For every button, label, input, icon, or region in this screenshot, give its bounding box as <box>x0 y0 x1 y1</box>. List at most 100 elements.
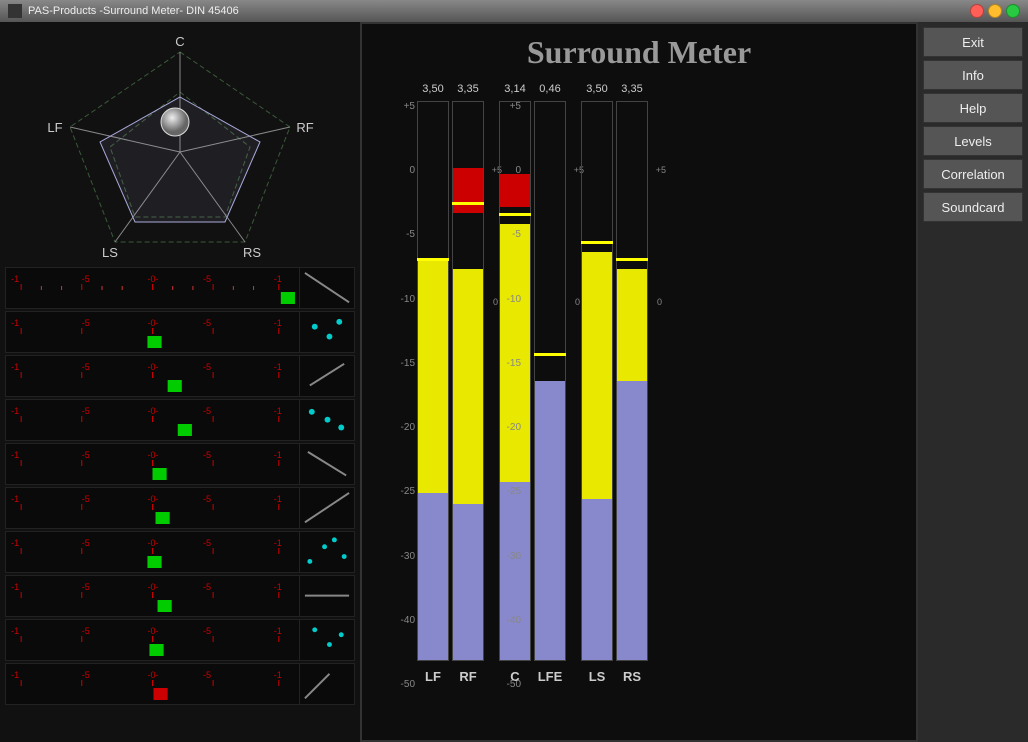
svg-text:-5: -5 <box>82 538 90 548</box>
svg-text:-1: -1 <box>274 494 282 504</box>
svg-text:-1: -1 <box>11 538 19 548</box>
svg-text:-5: -5 <box>82 494 90 504</box>
svg-text:RF: RF <box>296 120 313 135</box>
meter-viz-5 <box>299 444 354 484</box>
svg-text:-5: -5 <box>82 582 90 592</box>
scale-label: -15 <box>387 358 415 369</box>
svg-text:-1: -1 <box>274 538 282 548</box>
center-panel: Surround Meter +5 0 -5 -10 -15 -20 -25 -… <box>360 22 918 742</box>
meter-viz-7 <box>299 532 354 572</box>
svg-text:-0-: -0- <box>147 494 158 504</box>
titlebar: PAS-Products -Surround Meter- DIN 45406 <box>0 0 1028 22</box>
svg-text:C: C <box>175 34 184 49</box>
meter-viz-9 <box>299 620 354 660</box>
meter-row: -1 -5 -0- -5 -1 <box>5 663 355 705</box>
meter-viz-8 <box>299 576 354 616</box>
meter-row: -1 -5 -0- -5 -1 <box>5 487 355 529</box>
meter-row: -1 -5 -0- -5 -1 <box>5 443 355 485</box>
meter-scale: -1 -5 -0- -5 -1 <box>6 532 299 572</box>
scale-label: -10 <box>387 294 415 305</box>
svg-text:-1: -1 <box>274 318 282 328</box>
svg-text:-5: -5 <box>82 626 90 636</box>
maximize-button[interactable] <box>1006 4 1020 18</box>
scale-label: -25 <box>387 486 415 497</box>
correlation-button[interactable]: Correlation <box>923 159 1023 189</box>
meter-scale: -1 -5 -0- -5 -1 <box>6 576 299 616</box>
meter-scale: -1 -5 -0- -5 -1 <box>6 488 299 528</box>
polar-svg: C RF RS LS LF <box>30 32 330 262</box>
meter-scale: -1 -5 -0- -5 -1 <box>6 620 299 660</box>
scale-label: -50 <box>387 679 415 690</box>
svg-text:-1: -1 <box>274 670 282 680</box>
lfe-peak-value: 0,46 <box>539 83 560 95</box>
window-title: PAS-Products -Surround Meter- DIN 45406 <box>28 5 970 17</box>
svg-text:-5: -5 <box>203 670 211 680</box>
svg-text:-5: -5 <box>203 450 211 460</box>
meter-row: -1 -5 -0- -5 -1 <box>5 619 355 661</box>
lfe-label: LFE <box>538 669 563 684</box>
scale-label: 0 <box>387 165 415 176</box>
scale-label: +5 <box>387 101 415 112</box>
meter-viz-3 <box>299 356 354 396</box>
svg-text:-5: -5 <box>82 406 90 416</box>
close-button[interactable] <box>970 4 984 18</box>
svg-text:-0-: -0- <box>147 318 158 328</box>
meter-viz-6 <box>299 488 354 528</box>
svg-text:-5: -5 <box>82 318 90 328</box>
app-icon <box>8 4 22 18</box>
c-peak-value: 3,14 <box>504 83 525 95</box>
window-controls <box>970 4 1020 18</box>
svg-text:-5: -5 <box>203 626 211 636</box>
scale-label: -40 <box>387 615 415 626</box>
svg-text:-0-: -0- <box>147 626 158 636</box>
soundcard-button[interactable]: Soundcard <box>923 192 1023 222</box>
svg-text:-1: -1 <box>274 274 282 284</box>
svg-text:-5: -5 <box>82 670 90 680</box>
meter-scale: -1 -5 -0- -5 -1 <box>6 356 299 396</box>
meter-scale: -1 -5 -0- -5 -1 <box>6 312 299 352</box>
svg-text:-1: -1 <box>11 406 19 416</box>
svg-text:-5: -5 <box>203 318 211 328</box>
lf-peak-value: 3,50 <box>422 83 443 95</box>
svg-text:-0-: -0- <box>147 274 158 284</box>
svg-text:LS: LS <box>102 245 118 260</box>
meter-row: -1 -5 -0- -5 -1 <box>5 399 355 441</box>
svg-text:-0-: -0- <box>147 538 158 548</box>
meter-scale: -1 -5 -0- -5 -1 <box>6 400 299 440</box>
exit-button[interactable]: Exit <box>923 27 1023 57</box>
main-area: C RF RS LS LF <box>0 22 1028 742</box>
svg-text:-1: -1 <box>11 274 19 284</box>
svg-text:-1: -1 <box>274 582 282 592</box>
sidebar: Exit Info Help Levels Correlation Soundc… <box>918 22 1028 742</box>
scale-label: -30 <box>387 551 415 562</box>
svg-text:-5: -5 <box>82 274 90 284</box>
meter-row: -1 -5 -0- -5 -1 <box>5 311 355 353</box>
svg-text:-5: -5 <box>203 538 211 548</box>
svg-text:-1: -1 <box>11 318 19 328</box>
svg-text:LF: LF <box>47 120 62 135</box>
info-button[interactable]: Info <box>923 60 1023 90</box>
help-button[interactable]: Help <box>923 93 1023 123</box>
svg-text:-5: -5 <box>82 450 90 460</box>
svg-text:-5: -5 <box>82 362 90 372</box>
rf-peak-value: 3,35 <box>457 83 478 95</box>
meter-scale: -1 -5 -0- -5 -1 <box>6 268 299 308</box>
svg-text:-1: -1 <box>11 582 19 592</box>
scale-label: -20 <box>387 422 415 433</box>
ls-label: LS <box>589 669 606 684</box>
lf-label: LF <box>425 669 441 684</box>
levels-button[interactable]: Levels <box>923 126 1023 156</box>
svg-text:-1: -1 <box>11 450 19 460</box>
meter-row: -1 -5 -0- -5 -1 <box>5 531 355 573</box>
svg-text:-1: -1 <box>274 362 282 372</box>
svg-text:-5: -5 <box>203 362 211 372</box>
svg-text:RS: RS <box>243 245 261 260</box>
rs-peak-value: 3,35 <box>621 83 642 95</box>
svg-text:-0-: -0- <box>147 362 158 372</box>
svg-text:-0-: -0- <box>147 450 158 460</box>
svg-text:-1: -1 <box>274 626 282 636</box>
minimize-button[interactable] <box>988 4 1002 18</box>
svg-text:-1: -1 <box>11 670 19 680</box>
meter-viz-10 <box>299 664 354 704</box>
rs-label: RS <box>623 669 641 684</box>
